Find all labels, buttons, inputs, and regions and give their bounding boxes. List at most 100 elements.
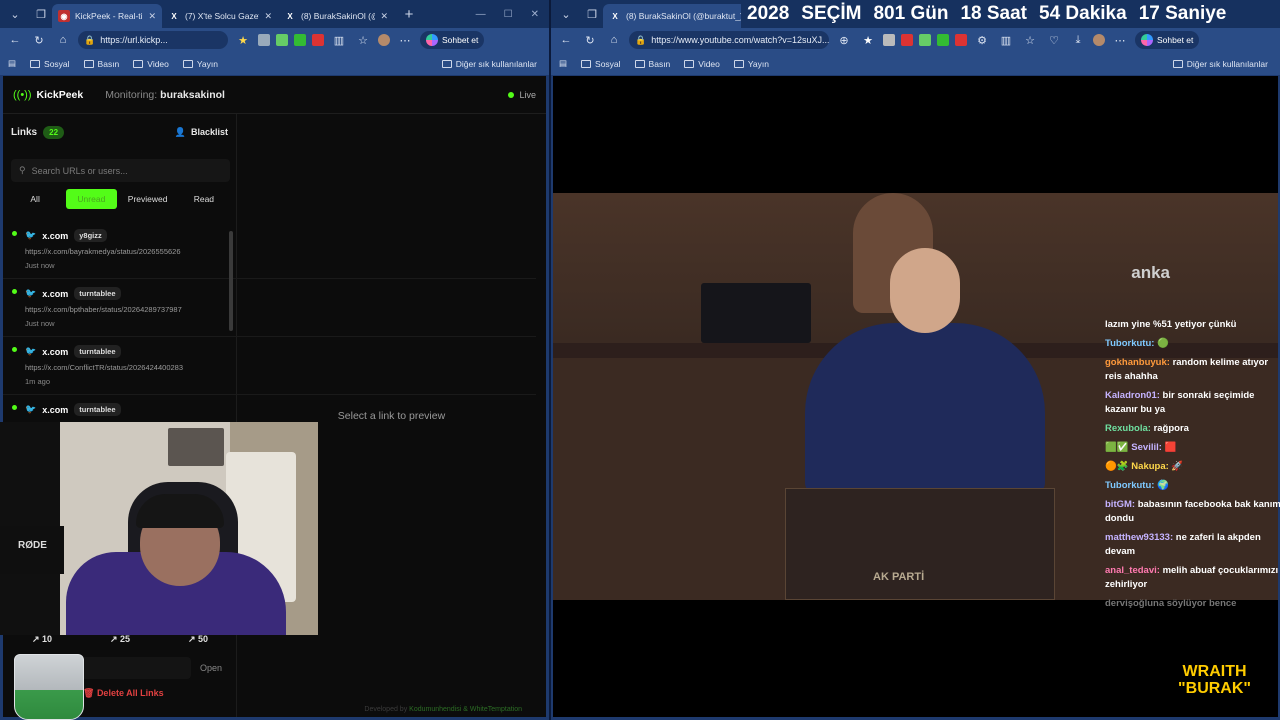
tab-actions-icon[interactable]: ⌄	[555, 3, 577, 25]
channel-logo: WRAITH "BURAK"	[1178, 663, 1251, 697]
bookmarks-menu-icon[interactable]: ▤	[8, 58, 16, 69]
close-tab-icon[interactable]: ✕	[148, 11, 156, 22]
profile-avatar[interactable]	[378, 34, 390, 46]
other-bookmarks[interactable]: Diğer sık kullanılanlar	[1172, 59, 1280, 69]
filter-unread[interactable]: Unread	[65, 189, 117, 209]
delete-all-label: Delete All Links	[96, 688, 164, 698]
extension-icon[interactable]	[258, 34, 270, 46]
speaker-face	[890, 248, 960, 333]
search-input[interactable]: ⚲ Search URLs or users...	[11, 159, 230, 182]
address-bar[interactable]: 🔒 https://www.youtube.com/watch?v=12suXJ…	[629, 31, 829, 49]
credit-names[interactable]: Kodumunhendisi & WhiteTemptation	[409, 706, 522, 713]
tab-kickpeek[interactable]: ◉ KickPeek - Real-time Li ✕	[52, 4, 162, 28]
close-window-icon[interactable]: ✕	[531, 9, 539, 20]
chat-message: anal_tedavi: melih abuaf çocuklarımızı z…	[1105, 564, 1280, 592]
speaker	[805, 323, 1045, 493]
close-tab-icon[interactable]: ✕	[380, 11, 388, 22]
extension-icon[interactable]	[919, 34, 931, 46]
tab-actions-icon[interactable]: ⌄	[4, 3, 26, 25]
bookmark-label: Yayın	[196, 58, 218, 69]
app-header: ((•)) KickPeek Monitoring: buraksakinol …	[3, 76, 546, 114]
delete-all-button[interactable]: 🗑 Delete All Links	[83, 688, 164, 699]
scroll-thumb[interactable]	[229, 231, 233, 331]
other-bookmarks[interactable]: Diğer sık kullanılanlar	[441, 58, 549, 69]
open-50-button[interactable]: ↗ 50	[188, 634, 208, 645]
bookmark-folder[interactable]: Yayın	[733, 59, 769, 69]
favorite-star-icon[interactable]: ★	[859, 31, 877, 49]
link-domain: x.com	[42, 230, 69, 241]
more-menu-icon[interactable]: ⋯	[1111, 31, 1129, 49]
minimize-icon[interactable]: —	[476, 9, 486, 20]
chat-message: Kaladron01: bir sonraki seçimide kazanır…	[1105, 389, 1280, 417]
extension-icon[interactable]	[312, 34, 324, 46]
refresh-icon[interactable]: ↻	[30, 31, 48, 49]
broadcast-icon: ((•))	[13, 88, 32, 101]
collections-icon[interactable]: ☆	[354, 31, 372, 49]
extension-icon[interactable]	[276, 34, 288, 46]
sidebar-icon[interactable]: ▥	[997, 31, 1015, 49]
workspaces-icon[interactable]: ❐	[581, 3, 603, 25]
extension-icon[interactable]	[883, 34, 895, 46]
download-icon[interactable]: ⤓	[1069, 31, 1087, 49]
bookmark-folder[interactable]: Sosyal	[581, 59, 621, 69]
live-status: Live	[508, 90, 536, 100]
extension-icon[interactable]	[901, 34, 913, 46]
x-logo-icon: X	[612, 11, 618, 21]
close-tab-icon[interactable]: ✕	[264, 11, 272, 22]
link-user-chip: turntablee	[74, 287, 121, 300]
bookmarks-menu-icon[interactable]: ▤	[559, 58, 567, 69]
heart-icon[interactable]: ♡	[1045, 31, 1063, 49]
bookmark-folder[interactable]: Video	[133, 59, 169, 69]
open-count-buttons: ↗ 10 ↗ 25 ↗ 50	[3, 634, 237, 645]
chat-username: gokhanbuyuk:	[1105, 357, 1170, 368]
home-icon[interactable]: ⌂	[54, 31, 72, 49]
link-list-scrollbar[interactable]	[228, 221, 234, 431]
back-icon[interactable]: ←	[6, 31, 24, 49]
workspaces-icon[interactable]: ❐	[30, 3, 52, 25]
filter-previewed[interactable]: Previewed	[122, 189, 173, 209]
copilot-chat-button[interactable]: Sohbet et	[1135, 31, 1200, 49]
new-tab-icon[interactable]: +	[398, 3, 420, 25]
favorite-star-icon[interactable]: ★	[234, 31, 252, 49]
bookmark-folder[interactable]: Sosyal	[30, 59, 70, 69]
filter-read[interactable]: Read	[178, 189, 229, 209]
back-icon[interactable]: ←	[557, 31, 575, 49]
mic-brand: RØDE	[18, 540, 47, 551]
refresh-icon[interactable]: ↻	[581, 31, 599, 49]
copilot-chat-button[interactable]: Sohbet et	[420, 31, 485, 49]
url-text: https://www.youtube.com/watch?v=12suXJ..…	[651, 35, 829, 45]
countdown-banner: 2028 SEÇİM 801 Gün 18 Saat 54 Dakika 17 …	[741, 0, 1280, 28]
tab-title: KickPeek - Real-time Li	[75, 11, 143, 21]
open-10-button[interactable]: ↗ 10	[32, 634, 52, 645]
filter-all[interactable]: All	[10, 189, 61, 209]
maximize-icon[interactable]: ☐	[504, 9, 513, 20]
tab-x-solcu[interactable]: X (7) X'te Solcu Gazete: ✕	[162, 4, 278, 28]
blacklist-button[interactable]: 👤 Blacklist	[175, 127, 228, 138]
bookmark-folder[interactable]: Basın	[634, 59, 670, 69]
extension-icon[interactable]	[294, 34, 306, 46]
translate-icon[interactable]: ⊕	[835, 31, 853, 49]
tab-x-buraksakinol[interactable]: X (8) BurakSakinOl (@bu ✕	[278, 4, 394, 28]
chat-message: matthew93133: ne zaferi la akpden devam	[1105, 531, 1280, 559]
bookmark-folder[interactable]: Basın	[83, 59, 119, 69]
bookmark-folder[interactable]: Yayın	[182, 58, 218, 69]
open-25-button[interactable]: ↗ 25	[110, 634, 130, 645]
chat-username: Kaladron01:	[1105, 390, 1160, 401]
sidebar-icon[interactable]: ▥	[330, 31, 348, 49]
more-menu-icon[interactable]: ⋯	[396, 31, 414, 49]
home-icon[interactable]: ⌂	[605, 31, 623, 49]
tab-x-buraksakinol[interactable]: X (8) BurakSakinOl (@buraktut_) / X	[603, 4, 753, 28]
chat-button-label: Sohbet et	[1157, 35, 1194, 45]
extension-icon[interactable]	[937, 34, 949, 46]
unread-dot-icon	[12, 231, 17, 236]
extension-icon[interactable]	[955, 34, 967, 46]
open-button[interactable]: Open	[191, 663, 231, 673]
collections-icon[interactable]: ☆	[1021, 31, 1039, 49]
address-bar[interactable]: 🔒 https://url.kickp...	[78, 31, 228, 49]
bookmark-label: Diğer sık kullanılanlar	[455, 58, 537, 69]
open-count-input[interactable]	[81, 657, 191, 679]
profile-avatar[interactable]	[1093, 34, 1105, 46]
settings-icon[interactable]: ⚙	[973, 31, 991, 49]
bookmark-folder[interactable]: Video	[684, 59, 720, 69]
chat-message: 🟩✅ Sevilil: 🟥	[1105, 441, 1280, 455]
